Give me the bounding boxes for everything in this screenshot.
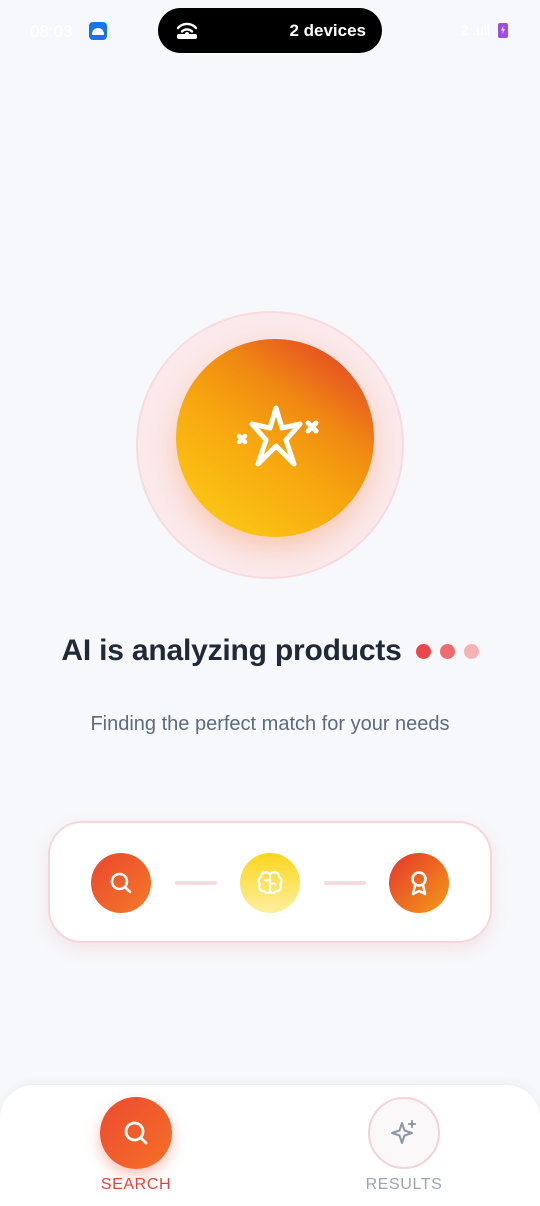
page-title: AI is analyzing products xyxy=(61,634,402,667)
step-connector xyxy=(324,881,366,885)
status-right-group: 2 .ull xyxy=(460,22,508,38)
step-search xyxy=(91,853,151,913)
loading-dot xyxy=(439,643,455,659)
search-icon xyxy=(124,1121,148,1145)
nav-label-search: SEARCH xyxy=(100,1176,172,1193)
step-result xyxy=(389,853,449,913)
sparkles-icon xyxy=(236,405,319,467)
status-time: 08:03 xyxy=(30,22,73,41)
wifi-hotspot-icon xyxy=(176,22,198,39)
analyzing-title-row: AI is analyzing products xyxy=(0,628,540,674)
battery-charging-icon xyxy=(498,22,508,38)
progress-steps-card xyxy=(48,821,492,943)
hotspot-indicator[interactable]: 2 devices xyxy=(158,8,382,53)
sparkles-icon xyxy=(391,1120,416,1144)
step-analyze xyxy=(240,853,300,913)
brain-icon xyxy=(257,871,283,894)
nav-tab-search[interactable]: SEARCH xyxy=(66,1085,206,1206)
nav-label-results: RESULTS xyxy=(365,1176,443,1193)
loading-dot xyxy=(415,643,431,659)
step-connector xyxy=(175,881,217,885)
hotspot-devices-text: 2 devices xyxy=(289,21,366,40)
search-tab-button[interactable] xyxy=(100,1097,172,1169)
search-icon xyxy=(110,872,132,894)
status-bar: 08:03 2 devices 2 .ull xyxy=(0,0,540,62)
award-icon xyxy=(411,871,427,896)
android-app-icon xyxy=(89,22,107,40)
results-tab-button[interactable] xyxy=(368,1097,440,1169)
signal-text: 2 .ull xyxy=(460,22,490,38)
page-subtitle: Finding the perfect match for your needs xyxy=(90,713,450,735)
nav-tab-results[interactable]: RESULTS xyxy=(334,1085,474,1206)
loading-dot xyxy=(463,643,479,659)
bottom-navigation: SEARCH RESULTS xyxy=(0,1084,540,1206)
loading-dots xyxy=(415,643,479,659)
